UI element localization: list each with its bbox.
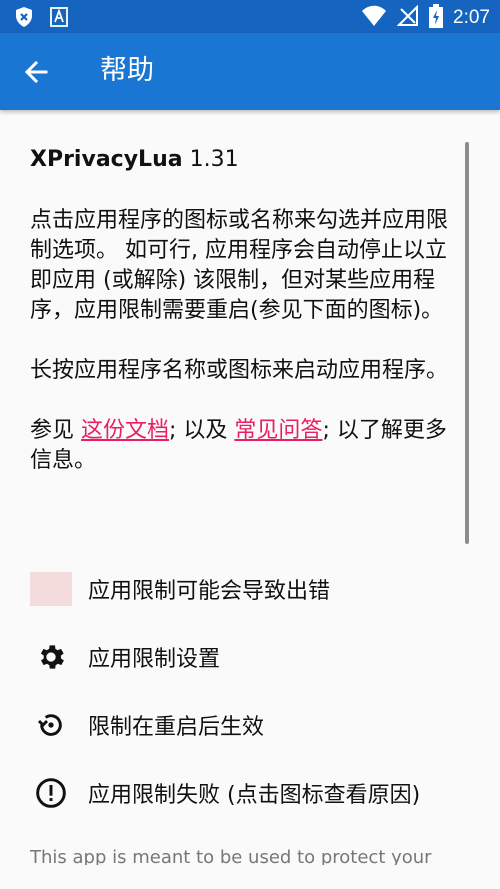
gear-icon xyxy=(40,645,64,669)
para3-prefix: 参见 xyxy=(30,418,81,443)
para3-mid: ; 以及 xyxy=(169,418,235,443)
app-version-line: XPrivacyLua 1.31 xyxy=(30,140,462,180)
legend-item-restart: 限制在重启后生效 xyxy=(30,705,264,745)
legend-item-settings: 应用限制设置 xyxy=(30,637,220,677)
clock: 2:07 xyxy=(453,7,490,28)
font-icon xyxy=(50,7,68,31)
scrollbar[interactable] xyxy=(465,142,469,544)
status-bar: 2:07 xyxy=(0,0,500,33)
back-button[interactable] xyxy=(20,55,54,89)
legend-item-may-cause-errors: 应用限制可能会导致出错 xyxy=(30,569,330,609)
faq-link[interactable]: 常见问答 xyxy=(234,418,322,443)
legend-label: 应用限制失败 (点击图标查看原因) xyxy=(88,783,421,808)
help-content: XPrivacyLua 1.31 点击应用程序的图标或名称来勾选并应用限制选项。… xyxy=(30,140,462,476)
legend-label: 限制在重启后生效 xyxy=(88,715,265,740)
help-paragraph-3: 参见 这份文档; 以及 常见问答; 以了解更多信息。 xyxy=(30,416,462,476)
legend-label: 应用限制设置 xyxy=(88,647,221,672)
legend-item-failed: 应用限制失败 (点击图标查看原因) xyxy=(30,773,420,813)
app-version: 1.31 xyxy=(189,147,239,172)
restart-icon xyxy=(37,714,62,736)
pink-swatch-icon xyxy=(30,572,72,606)
wifi-icon xyxy=(361,5,387,31)
app-name: XPrivacyLua xyxy=(30,147,183,172)
help-paragraph-1: 点击应用程序的图标或名称来勾选并应用限制选项。 如可行, 应用程序会自动停止以立… xyxy=(30,208,449,323)
battery-charging-icon xyxy=(429,4,444,32)
legend-label: 应用限制可能会导致出错 xyxy=(88,579,331,604)
shield-icon xyxy=(14,6,34,32)
help-paragraph-2: 长按应用程序名称或图标来启动应用程序。 xyxy=(30,358,449,383)
app-bar: 帮助 xyxy=(0,33,500,110)
documentation-link[interactable]: 这份文档 xyxy=(81,418,169,443)
disclaimer-text: This app is meant to be used to protect … xyxy=(30,847,432,865)
page-title: 帮助 xyxy=(100,55,154,86)
no-signal-icon xyxy=(396,4,419,31)
arrow-back-icon xyxy=(24,60,48,84)
error-icon xyxy=(36,778,66,808)
